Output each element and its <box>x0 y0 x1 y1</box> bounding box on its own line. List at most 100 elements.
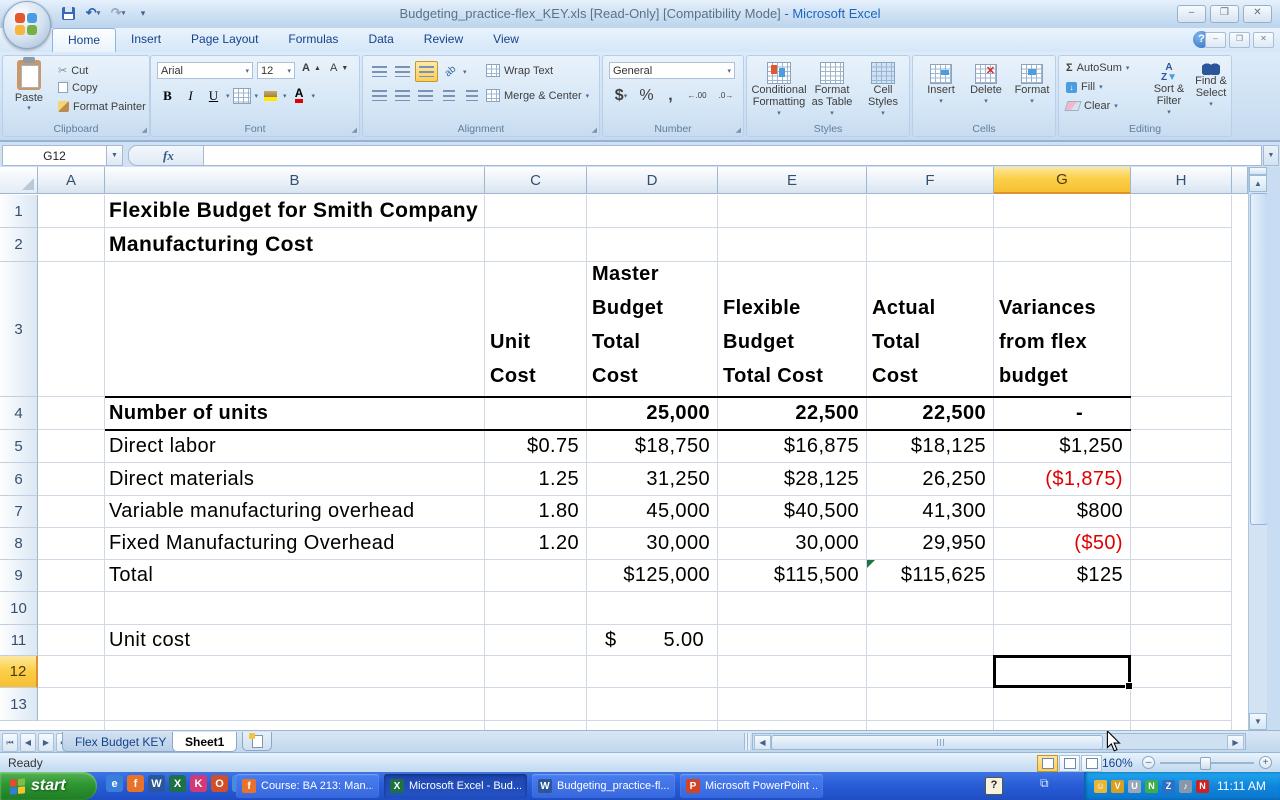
percent-style-button[interactable]: % <box>636 86 657 105</box>
zip-icon[interactable]: Z <box>1162 779 1175 793</box>
save-icon[interactable] <box>58 4 78 22</box>
normal-view-button[interactable] <box>1037 755 1058 772</box>
insert-function-button[interactable]: fx <box>128 145 205 166</box>
minimize-button[interactable]: – <box>1177 5 1206 23</box>
keys-icon[interactable]: K <box>190 775 207 792</box>
cell-G3[interactable]: Variances from flex budget <box>994 262 1131 396</box>
cell-E3[interactable]: Flexible Budget Total Cost <box>718 262 867 396</box>
prev-sheet-icon[interactable]: ◀ <box>20 733 36 752</box>
italic-button[interactable]: I <box>180 86 201 105</box>
accounting-format-button[interactable]: $ ▾ <box>609 86 633 105</box>
tab-insert[interactable]: Insert <box>116 28 176 52</box>
cell-B1[interactable]: Flexible Budget for Smith Company <box>105 195 485 227</box>
workbook-minimize-button[interactable]: – <box>1205 32 1226 48</box>
row-header-9[interactable]: 9 <box>0 560 38 592</box>
cell-F3[interactable]: Actual Total Cost <box>867 262 994 396</box>
cell-styles-button[interactable]: Cell Styles ▾ <box>855 60 911 122</box>
internet-explorer-icon[interactable]: e <box>106 775 123 792</box>
formula-input[interactable] <box>203 145 1262 166</box>
formula-bar-expand-icon[interactable]: ▼ <box>1263 145 1279 166</box>
sort-filter-button[interactable]: A Z▼ Sort & Filter ▾ <box>1145 61 1193 121</box>
format-cells-button[interactable]: Format ▾ <box>1007 62 1057 110</box>
cell-E7[interactable]: $40,500 <box>718 496 867 527</box>
cell-D8[interactable]: 30,000 <box>587 528 718 559</box>
split-handle[interactable] <box>1249 167 1267 175</box>
underline-button[interactable]: U <box>203 86 224 105</box>
decrease-indent-button[interactable] <box>438 86 459 105</box>
column-header-h[interactable]: H <box>1131 167 1232 194</box>
cell-G5[interactable]: $1,250 <box>994 430 1131 462</box>
firefox-icon[interactable]: f <box>127 775 144 792</box>
cell-G7[interactable]: $800 <box>994 496 1131 527</box>
cell-F5[interactable]: $18,125 <box>867 430 994 462</box>
align-right-button[interactable] <box>415 86 436 105</box>
zoom-out-icon[interactable]: – <box>1142 756 1155 769</box>
wrap-text-button[interactable]: Wrap Text <box>483 63 556 78</box>
active-cell-selection[interactable] <box>993 655 1133 690</box>
paste-dropdown-arrow[interactable]: ▾ <box>7 104 51 112</box>
fill-button[interactable]: ↓ Fill ▾ <box>1063 80 1106 94</box>
outlook-icon[interactable]: O <box>211 775 228 792</box>
underline-dropdown-arrow[interactable]: ▾ <box>226 92 230 100</box>
column-header-c[interactable]: C <box>485 167 587 194</box>
cell-F4[interactable]: 22,500 <box>867 397 994 429</box>
restore-button[interactable]: ❐ <box>1210 5 1239 23</box>
merge-center-button[interactable]: Merge & Center ▾ <box>483 88 592 103</box>
font-size-select[interactable]: 12 ▾ <box>257 62 295 79</box>
cell-F6[interactable]: 26,250 <box>867 463 994 495</box>
cell-B8[interactable]: Fixed Manufacturing Overhead <box>105 528 485 559</box>
alignment-dialog-launcher-icon[interactable]: ◢ <box>592 126 597 134</box>
network-icon[interactable]: N <box>1145 779 1158 793</box>
cell-F8[interactable]: 29,950 <box>867 528 994 559</box>
antivirus-shield-icon[interactable]: V <box>1111 779 1124 793</box>
row-header-11[interactable]: 11 <box>0 625 38 656</box>
scroll-left-icon[interactable]: ◀ <box>754 735 771 750</box>
cell-C3[interactable]: Unit Cost <box>485 262 587 396</box>
vertical-scroll-thumb[interactable] <box>1250 193 1268 525</box>
cell-D3[interactable]: Master Budget Total Cost <box>587 262 718 396</box>
cut-button[interactable]: ✂ Cut <box>55 61 91 79</box>
cell-G6[interactable]: ($1,875) <box>994 463 1131 495</box>
scroll-right-icon[interactable]: ▶ <box>1227 735 1244 750</box>
row-header-5[interactable]: 5 <box>0 430 38 463</box>
zoom-in-icon[interactable]: + <box>1259 756 1272 769</box>
find-select-button[interactable]: Find & Select ▾ <box>1187 61 1235 113</box>
name-box[interactable]: G12 <box>2 145 107 166</box>
customize-qat-icon[interactable]: ▾ <box>133 4 153 22</box>
cell-C5[interactable]: $0.75 <box>485 430 587 462</box>
start-button[interactable]: start <box>0 772 97 800</box>
conditional-formatting-button[interactable]: Conditional Formatting ▾ <box>749 60 809 122</box>
middle-align-button[interactable] <box>392 62 413 81</box>
row-header-1[interactable]: 1 <box>0 195 38 228</box>
tab-review[interactable]: Review <box>409 28 478 52</box>
sharing-icon[interactable]: ⧉ <box>1040 776 1049 791</box>
row-header-13[interactable]: 13 <box>0 688 38 721</box>
borders-dropdown-arrow[interactable]: ▾ <box>255 92 259 100</box>
tab-formulas[interactable]: Formulas <box>273 28 353 52</box>
close-button[interactable]: ✕ <box>1243 5 1272 23</box>
tab-data[interactable]: Data <box>353 28 408 52</box>
page-layout-view-button[interactable] <box>1059 755 1080 772</box>
row-header-4[interactable]: 4 <box>0 397 38 430</box>
clear-button[interactable]: Clear ▾ <box>1063 99 1121 113</box>
shrink-font-button[interactable]: A ▼ <box>327 61 351 75</box>
orientation-button[interactable]: ab <box>440 62 461 81</box>
zoom-slider[interactable]: – + <box>1142 756 1272 770</box>
column-header-d[interactable]: D <box>587 167 718 194</box>
insert-worksheet-tab[interactable] <box>242 732 272 751</box>
cell-F9[interactable]: $115,625 <box>867 560 994 591</box>
office-button[interactable] <box>3 1 51 49</box>
next-sheet-icon[interactable]: ▶ <box>38 733 54 752</box>
column-header-g[interactable]: G <box>994 167 1131 194</box>
format-as-table-button[interactable]: Format as Table ▾ <box>803 60 861 122</box>
fill-color-button[interactable] <box>260 86 281 105</box>
increase-decimal-button[interactable]: ← .00 <box>684 86 710 105</box>
row-header-3[interactable]: 3 <box>0 262 38 397</box>
borders-button[interactable] <box>232 86 253 105</box>
cell-D6[interactable]: 31,250 <box>587 463 718 495</box>
messenger-buddy-icon[interactable]: ☺ <box>1094 779 1107 793</box>
autosum-button[interactable]: Σ AutoSum ▾ <box>1063 61 1132 75</box>
horizontal-scroll-thumb[interactable] <box>771 735 1103 750</box>
help-tray-icon[interactable]: ? <box>985 777 1003 795</box>
comma-style-button[interactable]: , <box>660 86 681 105</box>
